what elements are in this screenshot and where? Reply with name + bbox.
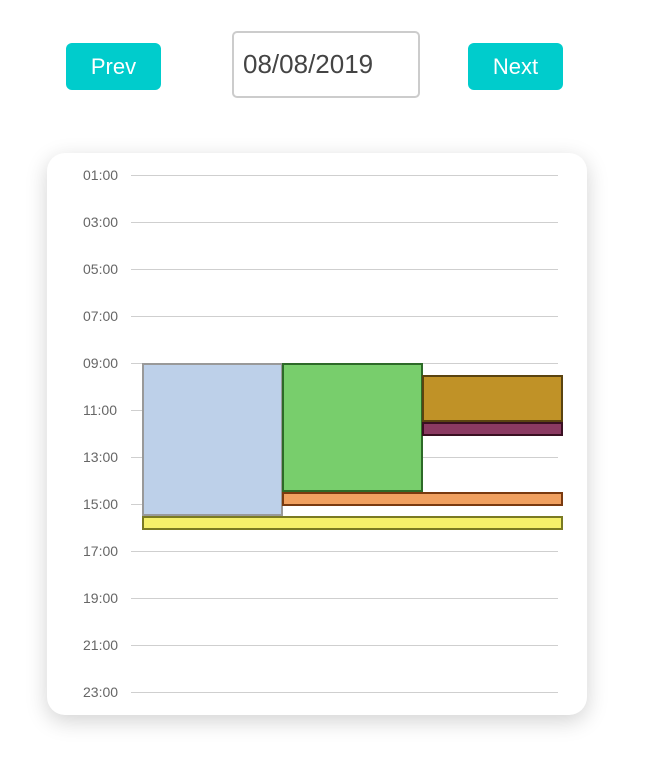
hour-gridline (131, 175, 558, 176)
hour-label: 19:00 (83, 590, 119, 606)
day-calendar: 01:00 03:00 05:00 07:00 09:00 11:00 13:00 15:00… (47, 153, 587, 715)
hour-gridline (131, 551, 558, 552)
calendar-event[interactable] (142, 363, 283, 516)
hour-label: 13:00 (83, 449, 119, 465)
hour-label: 01:00 (83, 167, 119, 183)
calendar-event[interactable] (282, 363, 423, 493)
hour-gridline (131, 692, 558, 693)
hour-label: 23:00 (83, 684, 119, 700)
hour-label: 03:00 (83, 214, 119, 230)
calendar-event[interactable] (422, 421, 563, 436)
hour-label: 07:00 (83, 308, 119, 324)
hour-label: 15:00 (83, 496, 119, 512)
date-input[interactable] (232, 31, 420, 98)
hour-label: 05:00 (83, 261, 119, 277)
hour-label: 11:00 (83, 402, 117, 418)
hour-label: 09:00 (83, 355, 119, 371)
hour-gridline (131, 316, 558, 317)
hour-gridline (131, 222, 558, 223)
calendar-event[interactable] (282, 492, 563, 507)
prev-button[interactable]: Prev (66, 43, 161, 90)
hour-gridline (131, 645, 558, 646)
hour-gridline (131, 269, 558, 270)
hour-label: 21:00 (83, 637, 119, 653)
calendar-event[interactable] (422, 374, 563, 422)
next-button[interactable]: Next (468, 43, 563, 90)
hour-label: 17:00 (83, 543, 119, 559)
calendar-event[interactable] (142, 515, 563, 530)
hour-gridline (131, 598, 558, 599)
